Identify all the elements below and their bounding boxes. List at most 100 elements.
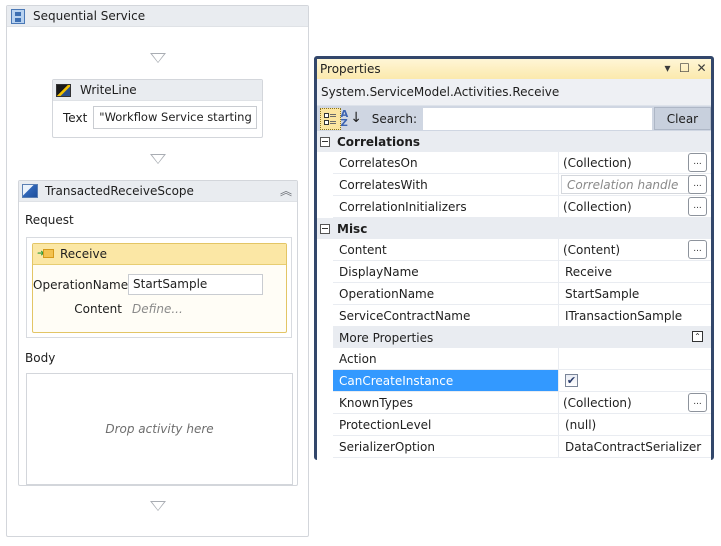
transacted-receive-scope-activity[interactable]: TransactedReceiveScope ︽ Request ➜ Recei… bbox=[18, 180, 298, 486]
search-input[interactable] bbox=[423, 107, 652, 130]
properties-window: Properties ▾ ☐ ✕ System.ServiceModel.Act… bbox=[314, 56, 714, 461]
property-value[interactable]: (Collection) ... bbox=[559, 196, 711, 217]
property-value-text: (Collection) bbox=[563, 155, 632, 170]
property-value[interactable] bbox=[559, 348, 711, 369]
property-value-text: (Collection) bbox=[563, 395, 632, 410]
property-name[interactable]: CanCreateInstance bbox=[333, 370, 559, 391]
property-row[interactable]: Content (Content) ... bbox=[333, 239, 711, 261]
more-properties-header[interactable]: More Properties ⌃ bbox=[333, 327, 711, 348]
alphabetical-view-button[interactable]: A Z ↓ bbox=[341, 108, 362, 130]
maximize-icon[interactable]: ☐ bbox=[678, 60, 691, 76]
property-name[interactable]: CorrelationInitializers bbox=[333, 196, 559, 217]
property-value[interactable]: StartSample bbox=[559, 283, 711, 304]
grid-bottom-spacer bbox=[317, 458, 711, 461]
property-value[interactable]: Correlation handle ... bbox=[559, 174, 711, 195]
writeline-text-input[interactable]: "Workflow Service starting ..." bbox=[93, 106, 258, 129]
property-value[interactable]: ITransactionSample bbox=[559, 305, 711, 326]
property-row[interactable]: OperationName StartSample bbox=[333, 283, 711, 305]
property-row[interactable]: CorrelatesWith Correlation handle ... bbox=[333, 174, 711, 196]
property-value-text[interactable]: (null) bbox=[561, 418, 596, 432]
property-value[interactable]: (Content) ... bbox=[559, 239, 711, 260]
operation-name-label: OperationName bbox=[33, 277, 129, 292]
property-row[interactable]: KnownTypes (Collection) ... bbox=[333, 392, 711, 414]
writeline-activity[interactable]: WriteLine Text "Workflow Service startin… bbox=[52, 79, 263, 138]
writeline-text-label: Text bbox=[63, 110, 88, 125]
property-row[interactable]: SerializerOption DataContractSerializer bbox=[333, 436, 711, 458]
categorized-icon bbox=[324, 112, 337, 126]
sequence-icon bbox=[11, 8, 25, 24]
ellipsis-button[interactable]: ... bbox=[688, 240, 707, 259]
drop-arrow-icon[interactable] bbox=[150, 53, 166, 63]
property-row[interactable]: CorrelatesOn (Collection) ... bbox=[333, 152, 711, 174]
property-name[interactable]: Action bbox=[333, 348, 559, 369]
property-row[interactable]: ServiceContractName ITransactionSample bbox=[333, 305, 711, 327]
property-value[interactable]: (null) bbox=[559, 414, 711, 435]
property-row-selected[interactable]: CanCreateInstance ✔ bbox=[333, 370, 711, 392]
property-name[interactable]: OperationName bbox=[333, 283, 559, 304]
collapse-chevrons-icon[interactable]: ︽ bbox=[279, 183, 293, 199]
sequential-service-activity[interactable]: Sequential Service WriteLine Text "Workf… bbox=[6, 5, 309, 537]
properties-toolbar: A Z ↓ Search: Clear bbox=[317, 105, 712, 131]
content-define-link[interactable]: Define... bbox=[128, 302, 183, 316]
drop-arrow-icon[interactable] bbox=[150, 154, 166, 164]
correlation-handle-input[interactable]: Correlation handle bbox=[561, 175, 691, 194]
ellipsis-button[interactable]: ... bbox=[688, 153, 707, 172]
receive-header[interactable]: ➜ Receive bbox=[33, 244, 286, 265]
property-value[interactable]: DataContractSerializer bbox=[559, 436, 711, 457]
ellipsis-button[interactable]: ... bbox=[688, 197, 707, 216]
property-value[interactable]: (Collection) ... bbox=[559, 152, 711, 173]
more-properties-label: More Properties bbox=[339, 330, 434, 345]
receive-icon: ➜ bbox=[37, 249, 54, 259]
sequence-title: Sequential Service bbox=[33, 9, 146, 23]
property-name[interactable]: KnownTypes bbox=[333, 392, 559, 413]
ellipsis-button[interactable]: ... bbox=[688, 175, 707, 194]
can-create-instance-checkbox[interactable]: ✔ bbox=[565, 374, 578, 387]
collapse-category-icon[interactable] bbox=[320, 223, 330, 234]
property-name[interactable]: ProtectionLevel bbox=[333, 414, 559, 435]
property-row[interactable]: DisplayName Receive bbox=[333, 261, 711, 283]
property-row[interactable]: Action bbox=[333, 348, 711, 370]
search-label: Search: bbox=[371, 111, 418, 126]
property-value[interactable]: (Collection) ... bbox=[559, 392, 711, 413]
collapse-category-icon[interactable] bbox=[320, 136, 330, 147]
writeline-title: WriteLine bbox=[80, 83, 137, 97]
receive-activity[interactable]: ➜ Receive OperationName StartSample Cont… bbox=[32, 243, 287, 333]
category-misc[interactable]: Misc bbox=[317, 218, 711, 239]
category-correlations[interactable]: Correlations bbox=[317, 131, 711, 152]
request-label: Request bbox=[25, 213, 74, 227]
ellipsis-button[interactable]: ... bbox=[688, 393, 707, 412]
clear-button[interactable]: Clear bbox=[653, 107, 712, 130]
property-value-text[interactable]: ITransactionSample bbox=[561, 309, 682, 323]
property-name[interactable]: SerializerOption bbox=[333, 436, 559, 457]
body-drop-zone[interactable]: Drop activity here bbox=[26, 373, 293, 485]
scope-header[interactable]: TransactedReceiveScope ︽ bbox=[19, 181, 297, 202]
receive-title: Receive bbox=[60, 247, 107, 261]
property-value-text[interactable]: StartSample bbox=[561, 287, 639, 301]
property-value[interactable]: ✔ bbox=[559, 370, 711, 391]
property-name[interactable]: DisplayName bbox=[333, 261, 559, 282]
property-row[interactable]: CorrelationInitializers (Collection) ... bbox=[333, 196, 711, 218]
category-name: Correlations bbox=[337, 134, 421, 149]
operation-name-input[interactable]: StartSample bbox=[128, 274, 263, 295]
drop-activity-placeholder: Drop activity here bbox=[105, 422, 214, 436]
property-name[interactable]: CorrelatesOn bbox=[333, 152, 559, 173]
property-value-text[interactable]: DataContractSerializer bbox=[561, 440, 701, 454]
property-name[interactable]: Content bbox=[333, 239, 559, 260]
categorized-view-button[interactable] bbox=[320, 107, 341, 130]
transacted-receive-scope-icon bbox=[22, 184, 38, 198]
sequence-header[interactable]: Sequential Service bbox=[7, 6, 308, 27]
body-label: Body bbox=[25, 351, 56, 365]
dropdown-icon[interactable]: ▾ bbox=[661, 60, 674, 76]
collapse-more-properties-icon[interactable]: ⌃ bbox=[692, 331, 703, 342]
properties-title-bar[interactable]: Properties ▾ ☐ ✕ bbox=[317, 59, 711, 79]
property-row[interactable]: ProtectionLevel (null) bbox=[333, 414, 711, 436]
property-name[interactable]: ServiceContractName bbox=[333, 305, 559, 326]
property-value-text[interactable]: Receive bbox=[561, 265, 612, 279]
property-value[interactable]: Receive bbox=[559, 261, 711, 282]
selected-type-name: System.ServiceModel.Activities.Receive bbox=[317, 79, 711, 105]
drop-arrow-icon[interactable] bbox=[150, 501, 166, 511]
writeline-header[interactable]: WriteLine bbox=[53, 80, 262, 101]
close-icon[interactable]: ✕ bbox=[695, 60, 708, 76]
request-container: ➜ Receive OperationName StartSample Cont… bbox=[26, 237, 292, 338]
property-name[interactable]: CorrelatesWith bbox=[333, 174, 559, 195]
